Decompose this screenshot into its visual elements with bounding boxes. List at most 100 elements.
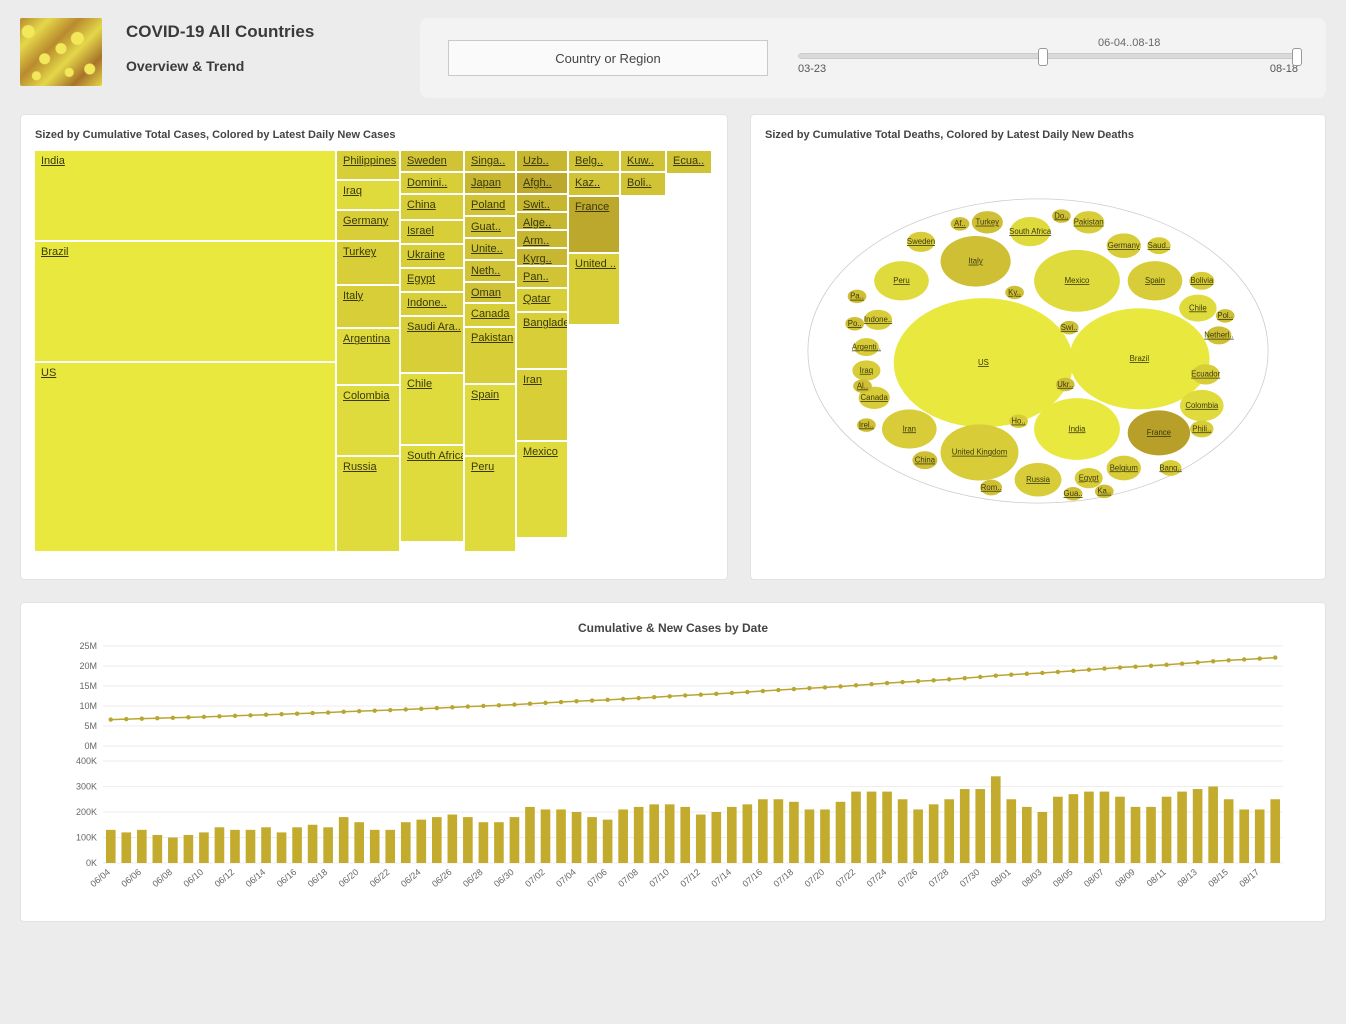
- slider-handle-left[interactable]: [1038, 48, 1048, 66]
- treemap-cell[interactable]: France: [569, 197, 619, 252]
- treemap-cell[interactable]: Colombia: [337, 386, 399, 455]
- bubble-node[interactable]: Irel..: [857, 418, 876, 431]
- treemap-chart[interactable]: IndiaBrazilUS PhilippinesIraqGermanyTurke…: [35, 151, 713, 551]
- bubble-node[interactable]: Belgium: [1107, 456, 1141, 481]
- bubble-node[interactable]: India: [1034, 398, 1120, 460]
- treemap-cell[interactable]: Boli..: [621, 173, 665, 195]
- treemap-cell[interactable]: Saudi Ara..: [401, 317, 463, 372]
- bubble-node[interactable]: Indone..: [864, 310, 892, 330]
- treemap-cell[interactable]: Alge..: [517, 213, 567, 229]
- bubble-node[interactable]: Ky..: [1005, 286, 1024, 299]
- treemap-cell[interactable]: Chile: [401, 374, 463, 444]
- bubble-node[interactable]: Po..: [845, 317, 864, 330]
- treemap-cell[interactable]: Italy: [337, 286, 399, 328]
- bubble-node[interactable]: Spain: [1128, 261, 1183, 300]
- treemap-cell[interactable]: Guat..: [465, 217, 515, 237]
- bubble-node[interactable]: Turkey: [972, 211, 1003, 233]
- bubble-node[interactable]: Germany: [1107, 233, 1141, 258]
- combo-chart[interactable]: 0M5M10M15M20M25M0K100K200K300K400K06/040…: [39, 641, 1307, 901]
- bubble-node[interactable]: Iraq: [852, 360, 880, 380]
- bubble-node[interactable]: Ka..: [1095, 485, 1114, 498]
- bubble-node[interactable]: United Kingdom: [941, 424, 1019, 480]
- country-filter-button[interactable]: Country or Region: [448, 40, 768, 76]
- treemap-cell[interactable]: Argentina: [337, 329, 399, 383]
- treemap-cell[interactable]: Spain: [465, 385, 515, 455]
- treemap-cell[interactable]: Pan..: [517, 267, 567, 287]
- treemap-cell[interactable]: Arm..: [517, 231, 567, 247]
- treemap-cell[interactable]: Kyrg..: [517, 249, 567, 265]
- bubble-node[interactable]: Russia: [1015, 463, 1062, 497]
- treemap-cell[interactable]: United ..: [569, 254, 619, 324]
- treemap-cell[interactable]: Kuw..: [621, 151, 665, 171]
- treemap-cell[interactable]: Domini..: [401, 173, 463, 193]
- bubble-node[interactable]: Italy: [941, 236, 1011, 287]
- treemap-cell[interactable]: Russia: [337, 457, 399, 551]
- treemap-cell[interactable]: Swit..: [517, 195, 567, 211]
- bubble-node[interactable]: Colombia: [1180, 390, 1224, 421]
- svg-text:06/06: 06/06: [119, 867, 143, 889]
- treemap-cell[interactable]: Unite..: [465, 239, 515, 259]
- treemap-cell[interactable]: Egypt: [401, 269, 463, 291]
- bubble-node[interactable]: Ho..: [1009, 414, 1028, 427]
- treemap-cell[interactable]: China: [401, 195, 463, 219]
- bubble-node[interactable]: Phili..: [1190, 421, 1213, 438]
- treemap-cell[interactable]: Indone..: [401, 293, 463, 315]
- date-range-slider[interactable]: 06-04..08-18 03-23 08-18: [798, 41, 1298, 75]
- treemap-cell[interactable]: Neth..: [465, 261, 515, 281]
- treemap-cell[interactable]: Oman: [465, 283, 515, 303]
- bubble-node[interactable]: Saud..: [1147, 237, 1170, 254]
- bubble-node[interactable]: Mexico: [1034, 250, 1120, 312]
- bubble-node[interactable]: Swi..: [1060, 321, 1079, 334]
- treemap-cell[interactable]: Qatar: [517, 289, 567, 311]
- treemap-cell[interactable]: Japan: [465, 173, 515, 193]
- bubble-node[interactable]: Rom..: [980, 480, 1002, 496]
- bubble-node[interactable]: Iran: [882, 409, 937, 448]
- bubble-node[interactable]: Al..: [853, 379, 872, 392]
- bubble-node[interactable]: Bolivia: [1189, 272, 1214, 290]
- treemap-cell[interactable]: Belg..: [569, 151, 619, 171]
- bubble-node[interactable]: Chile: [1179, 295, 1216, 322]
- bubble-node[interactable]: China: [912, 451, 937, 469]
- bubble-node[interactable]: France: [1128, 410, 1190, 455]
- bubble-node[interactable]: Sweden: [907, 232, 935, 252]
- bubble-node[interactable]: Peru: [874, 261, 929, 300]
- bubble-node[interactable]: Af..: [951, 217, 970, 230]
- treemap-cell[interactable]: Israel: [401, 221, 463, 243]
- treemap-cell[interactable]: US: [35, 363, 335, 551]
- bubble-node[interactable]: Netherl..: [1204, 326, 1233, 344]
- bubble-chart[interactable]: USBrazilMexicoIndiaUnited KingdomItalyFr…: [765, 151, 1311, 551]
- treemap-cell[interactable]: South Africa: [401, 446, 463, 541]
- treemap-cell[interactable]: Ecua..: [667, 151, 711, 173]
- treemap-cell[interactable]: Germany: [337, 211, 399, 241]
- treemap-cell[interactable]: Philippines: [337, 151, 399, 179]
- treemap-cell[interactable]: Pakistan: [465, 328, 515, 383]
- bubble-node[interactable]: Do..: [1052, 209, 1071, 222]
- treemap-cell[interactable]: Uzb..: [517, 151, 567, 171]
- slider-handle-right[interactable]: [1292, 48, 1302, 66]
- bubble-node[interactable]: Egypt: [1075, 468, 1103, 488]
- bubble-node[interactable]: Argenti..: [852, 338, 881, 356]
- treemap-cell[interactable]: Iraq: [337, 181, 399, 209]
- treemap-cell[interactable]: Iran: [517, 370, 567, 440]
- treemap-cell[interactable]: Sweden: [401, 151, 463, 171]
- bubble-node[interactable]: Pol..: [1216, 309, 1235, 322]
- treemap-cell[interactable]: Mexico: [517, 442, 567, 537]
- treemap-cell[interactable]: Kaz..: [569, 173, 619, 195]
- bubble-node[interactable]: South Africa: [1009, 217, 1052, 246]
- treemap-cell[interactable]: Singa..: [465, 151, 515, 171]
- bubble-node[interactable]: Pa..: [848, 290, 867, 303]
- treemap-cell[interactable]: Afgh..: [517, 173, 567, 193]
- bubble-node[interactable]: Bang..: [1159, 460, 1182, 476]
- treemap-cell[interactable]: Peru: [465, 457, 515, 551]
- treemap-cell[interactable]: Poland: [465, 195, 515, 215]
- treemap-cell[interactable]: India: [35, 151, 335, 240]
- treemap-cell[interactable]: Canada: [465, 304, 515, 326]
- treemap-cell[interactable]: Ukraine: [401, 245, 463, 267]
- bubble-node[interactable]: Ukr..: [1056, 378, 1075, 391]
- bubble-node[interactable]: Pakistan: [1073, 211, 1104, 233]
- treemap-cell[interactable]: Banglade..: [517, 313, 567, 368]
- treemap-cell[interactable]: Turkey: [337, 242, 399, 284]
- treemap-cell[interactable]: Brazil: [35, 242, 335, 361]
- bubble-node[interactable]: Gua..: [1064, 487, 1083, 500]
- slider-track[interactable]: [798, 53, 1298, 59]
